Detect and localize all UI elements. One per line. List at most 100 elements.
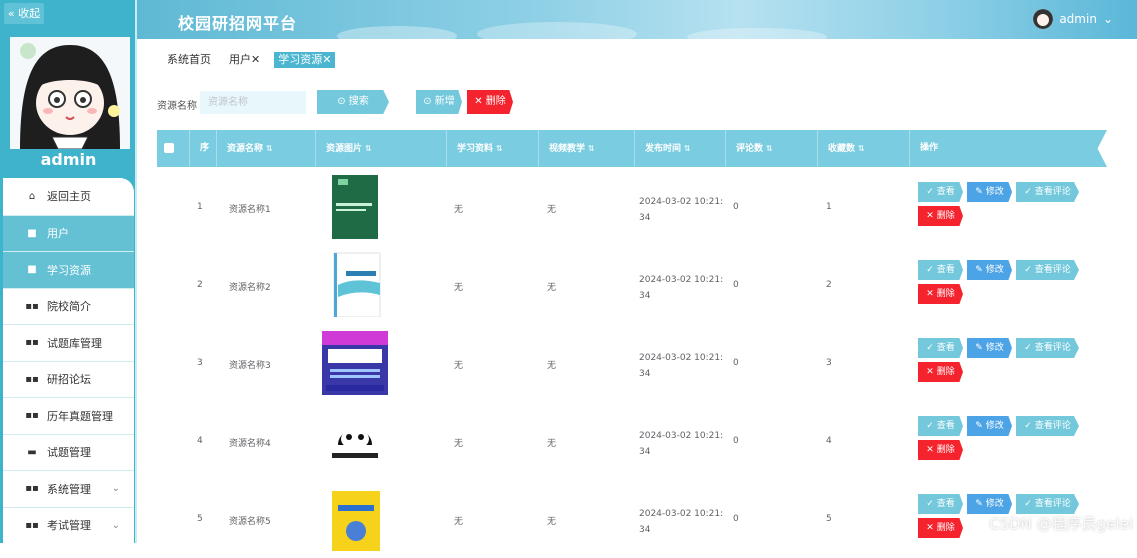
header-time[interactable]: 发布时间 ⇅ (635, 130, 726, 167)
cell-favorites: 4 (826, 436, 832, 446)
view-comments-button[interactable]: ✓ 查看评论 (1016, 494, 1079, 514)
sidebar-item-label: 试题管理 (47, 446, 91, 460)
row-delete-button[interactable]: ✕ 删除 (918, 206, 963, 226)
sidebar-item-forum[interactable]: ▪▪ 研招论坛 (3, 360, 134, 397)
resource-image[interactable] (322, 407, 388, 473)
chevron-down-icon: ⌄ (1102, 12, 1113, 26)
row-delete-button[interactable]: ✕ 删除 (918, 284, 963, 304)
sidebar-item-question-bank[interactable]: ▪▪ 试题库管理 (3, 324, 134, 361)
cell-time: 2024-03-02 10:21:34 (639, 197, 724, 223)
resource-image[interactable] (324, 485, 390, 551)
sidebar-item-exam[interactable]: ▪▪ 考试管理 ⌄ (3, 506, 134, 543)
view-comments-button[interactable]: ✓ 查看评论 (1016, 260, 1079, 280)
sidebar-item-label: 院校简介 (47, 300, 91, 314)
sidebar-username: admin (40, 150, 97, 169)
cell-video: 无 (547, 439, 557, 449)
search-label: 资源名称 (157, 101, 197, 112)
user-menu[interactable]: admin ⌄ (1033, 9, 1113, 29)
edit-button[interactable]: ✎ 修改 (967, 494, 1012, 514)
avatar-icon (1033, 9, 1054, 29)
sidebar-item-label: 研招论坛 (47, 373, 91, 387)
view-button[interactable]: ✓ 查看 (918, 416, 963, 436)
tab-user[interactable]: 用户✕ (225, 52, 264, 68)
sidebar-item-school-intro[interactable]: ▪▪ 院校简介 (3, 287, 134, 324)
search-button[interactable]: ⊙ 搜索 (317, 90, 389, 114)
cell-name: 资源名称3 (229, 361, 271, 371)
cell-material: 无 (454, 283, 464, 293)
cell-name: 资源名称4 (229, 439, 271, 449)
chevron-down-icon: ⌄ (111, 483, 120, 495)
cell-no: 4 (197, 436, 203, 446)
header-username: admin (1059, 12, 1097, 26)
sidebar-item-user[interactable]: ■ 用户 (3, 214, 134, 251)
search-input[interactable] (200, 91, 306, 114)
cell-favorites: 3 (826, 358, 832, 368)
avatar (10, 37, 130, 149)
cell-comments: 0 (733, 280, 739, 290)
grid-icon: ▪▪ (25, 373, 39, 385)
collapse-button[interactable]: « 收起 (4, 3, 44, 24)
cell-no: 2 (197, 280, 203, 290)
cell-material: 无 (454, 361, 464, 371)
select-all-checkbox[interactable] (164, 143, 174, 153)
row-delete-button[interactable]: ✕ 删除 (918, 362, 963, 382)
delete-button[interactable]: ✕ 删除 (467, 90, 513, 114)
cell-favorites: 1 (826, 202, 832, 212)
tab-resources[interactable]: 学习资源✕ (274, 52, 336, 68)
edit-button[interactable]: ✎ 修改 (967, 260, 1012, 280)
cell-video: 无 (547, 205, 557, 215)
header-comments[interactable]: 评论数 ⇅ (726, 130, 818, 167)
sidebar-item-label: 试题库管理 (47, 336, 102, 350)
add-button[interactable]: ⊙ 新增 (416, 90, 462, 114)
view-comments-button[interactable]: ✓ 查看评论 (1016, 182, 1079, 202)
cell-video: 无 (547, 361, 557, 371)
app-title: 校园研招网平台 (178, 14, 298, 33)
cell-comments: 0 (733, 202, 739, 212)
edit-button[interactable]: ✎ 修改 (967, 338, 1012, 358)
table-header: 序号 资源名称 ⇅ 资源图片 ⇅ 学习资料 ⇅ 视频教学 ⇅ 发布时间 ⇅ 评论数 ⇅ 收藏… (157, 130, 1107, 167)
cell-material: 无 (454, 517, 464, 527)
header-image[interactable]: 资源图片 ⇅ (316, 130, 447, 167)
home-icon: ⌂ (28, 190, 36, 202)
view-comments-button[interactable]: ✓ 查看评论 (1016, 416, 1079, 436)
resource-image[interactable] (324, 173, 390, 239)
resource-image[interactable] (322, 329, 388, 395)
sidebar-item-questions[interactable]: ▬ 试题管理 (3, 433, 134, 470)
header-favorites[interactable]: 收藏数 ⇅ (818, 130, 910, 167)
cell-time: 2024-03-02 10:21:34 (639, 353, 724, 379)
view-button[interactable]: ✓ 查看 (918, 260, 963, 280)
table-row: 3 资源名称3 无 无 2024-03-02 10:21:34 0 3 ✓ 查看… (157, 324, 1107, 402)
header-avatar (1033, 9, 1054, 29)
sidebar-item-system[interactable]: ▪▪ 系统管理 ⌄ (3, 470, 134, 507)
sidebar-item-resources[interactable]: ■ 学习资源 (3, 251, 134, 288)
sort-icon: ⇅ (766, 144, 773, 153)
sidebar-divider (135, 0, 137, 543)
cell-name: 资源名称5 (229, 517, 271, 527)
row-delete-button[interactable]: ✕ 删除 (918, 518, 963, 538)
row-delete-button[interactable]: ✕ 删除 (918, 440, 963, 460)
sort-icon: ⇅ (588, 144, 595, 153)
header-video[interactable]: 视频教学 ⇅ (539, 130, 635, 167)
sidebar-item-home[interactable]: ⌂ 返回主页 (3, 178, 134, 215)
edit-button[interactable]: ✎ 修改 (967, 416, 1012, 436)
view-button[interactable]: ✓ 查看 (918, 494, 963, 514)
resource-image[interactable] (324, 251, 390, 317)
grid-icon: ▪▪ (25, 300, 39, 312)
cell-material: 无 (454, 439, 464, 449)
sort-icon: ⇅ (266, 144, 273, 153)
table-row: 4 资源名称4 无 无 2024-03-02 10:21:34 0 4 ✓ 查看… (157, 402, 1107, 480)
header-material[interactable]: 学习资料 ⇅ (447, 130, 539, 167)
edit-button[interactable]: ✎ 修改 (967, 182, 1012, 202)
sort-icon: ⇅ (684, 144, 691, 153)
view-button[interactable]: ✓ 查看 (918, 182, 963, 202)
header-name[interactable]: 资源名称 ⇅ (217, 130, 316, 167)
header-no: 序号 (190, 130, 217, 167)
view-comments-button[interactable]: ✓ 查看评论 (1016, 338, 1079, 358)
sidebar-item-past-exams[interactable]: ▪▪ 历年真题管理 (3, 397, 134, 434)
user-icon: ■ (27, 227, 37, 239)
view-button[interactable]: ✓ 查看 (918, 338, 963, 358)
sort-icon: ⇅ (365, 144, 372, 153)
tab-home[interactable]: 系统首页 (163, 52, 215, 68)
cell-video: 无 (547, 517, 557, 527)
sidebar-item-label: 返回主页 (47, 190, 91, 204)
